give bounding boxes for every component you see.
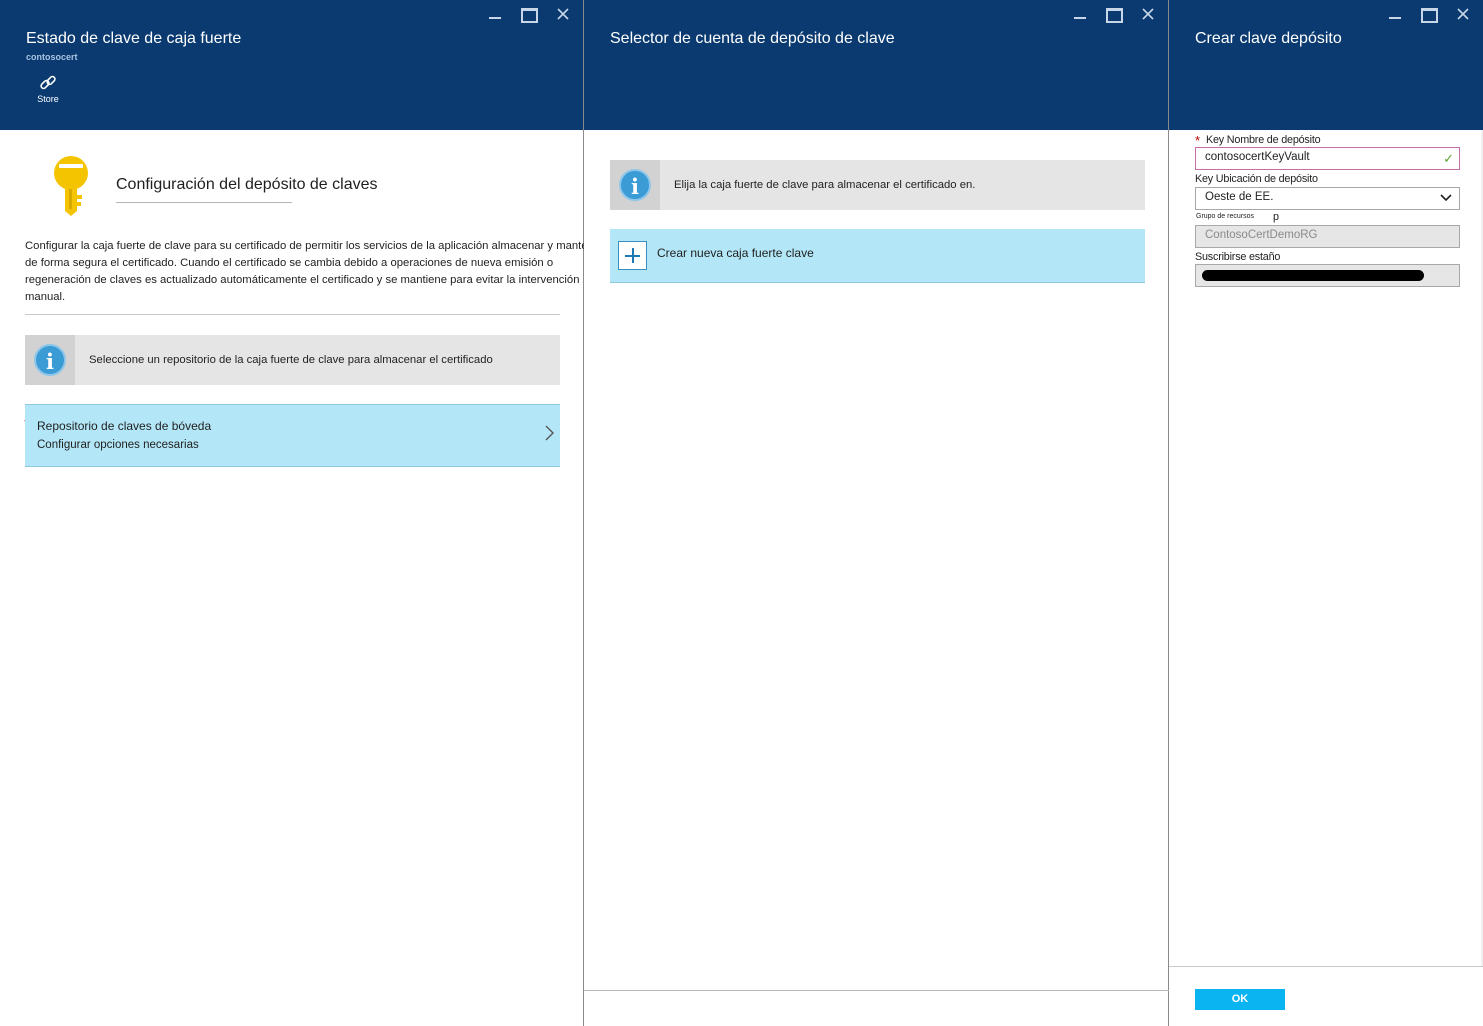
info-banner: i Elija la caja fuerte de clave para alm… xyxy=(610,160,1145,210)
key-vault-repository-selector[interactable]: Repositorio de claves de bóveda Configur… xyxy=(25,404,560,467)
blade-subtitle: contosocert xyxy=(26,52,78,62)
maximize-icon[interactable] xyxy=(1417,5,1441,23)
section-title: Configuración del depósito de claves xyxy=(116,176,378,193)
info-icon-cell: i xyxy=(610,160,660,210)
plus-icon xyxy=(618,241,647,270)
window-controls xyxy=(483,5,575,23)
window-controls xyxy=(1068,5,1160,23)
vault-name-value: contosocertKeyVault xyxy=(1205,151,1310,163)
blade-create-key-vault: Crear clave depósito * Key Nombre de dep… xyxy=(1169,0,1483,1026)
resource-group-field: ContosoCertDemoRG xyxy=(1195,225,1460,248)
info-icon-cell: i xyxy=(25,335,75,385)
create-new-key-vault-button[interactable]: Crear nueva caja fuerte clave xyxy=(610,229,1145,283)
checkmark-icon: ✓ xyxy=(1443,151,1454,166)
nav-item-label: Repositorio de claves de bóveda xyxy=(37,419,212,433)
maximize-icon[interactable] xyxy=(517,5,541,23)
ok-button[interactable]: OK xyxy=(1195,989,1285,1010)
blade-title: Selector de cuenta de depósito de clave xyxy=(610,30,895,47)
minimize-icon[interactable] xyxy=(1068,5,1092,23)
divider xyxy=(116,202,292,203)
blade-header: Estado de clave de caja fuerte contosoce… xyxy=(0,0,583,130)
description-text: Configurar la caja fuerte de clave para … xyxy=(25,240,604,303)
resource-group-label: Grupo de recursos xyxy=(1196,213,1254,220)
required-marker: * xyxy=(1195,133,1201,148)
info-text: Seleccione un repositorio de la caja fue… xyxy=(89,354,493,366)
divider xyxy=(1169,966,1483,967)
store-label: Store xyxy=(37,94,59,104)
nav-item-subtitle: Configurar opciones necesarias xyxy=(37,439,199,451)
key-icon xyxy=(54,156,88,216)
close-icon[interactable] xyxy=(1136,5,1160,23)
subscription-field xyxy=(1195,264,1460,287)
info-banner: i Seleccione un repositorio de la caja f… xyxy=(25,335,560,385)
vault-location-value: Oeste de EE. xyxy=(1205,191,1274,203)
info-icon: i xyxy=(34,344,66,376)
vault-location-label: Key Ubicación de depósito xyxy=(1195,173,1318,185)
close-icon[interactable] xyxy=(551,5,575,23)
info-icon: i xyxy=(619,169,651,201)
link-icon xyxy=(40,75,56,90)
divider xyxy=(584,990,1169,991)
blade-title: Crear clave depósito xyxy=(1195,30,1342,47)
resource-group-value: ContosoCertDemoRG xyxy=(1205,229,1318,241)
subscription-label: Suscribirse estaño xyxy=(1195,251,1281,263)
resource-group-marker: p xyxy=(1273,211,1279,223)
blade-key-vault-status: Estado de clave de caja fuerte contosoce… xyxy=(0,0,604,1026)
vault-name-label: Key Nombre de depósito xyxy=(1206,134,1321,146)
blade-header: Selector de cuenta de depósito de clave xyxy=(584,0,1168,130)
vault-name-field[interactable]: contosocertKeyVault ✓ xyxy=(1195,147,1460,170)
info-text: Elija la caja fuerte de clave para almac… xyxy=(674,179,976,191)
blade-key-vault-selector: Selector de cuenta de depósito de clave … xyxy=(584,0,1169,1026)
maximize-icon[interactable] xyxy=(1102,5,1126,23)
vault-location-select[interactable]: Oeste de EE. xyxy=(1195,187,1460,210)
chevron-down-icon xyxy=(1440,194,1452,202)
chevron-right-icon xyxy=(545,425,554,441)
window-controls xyxy=(1383,5,1475,23)
divider xyxy=(25,314,560,315)
create-label: Crear nueva caja fuerte clave xyxy=(657,246,814,260)
blade-header: Crear clave depósito xyxy=(1169,0,1483,130)
blade-title: Estado de clave de caja fuerte xyxy=(26,30,242,47)
close-icon[interactable] xyxy=(1451,5,1475,23)
store-button[interactable]: Store xyxy=(30,74,66,104)
redacted-value xyxy=(1202,270,1424,281)
minimize-icon[interactable] xyxy=(1383,5,1407,23)
minimize-icon[interactable] xyxy=(483,5,507,23)
